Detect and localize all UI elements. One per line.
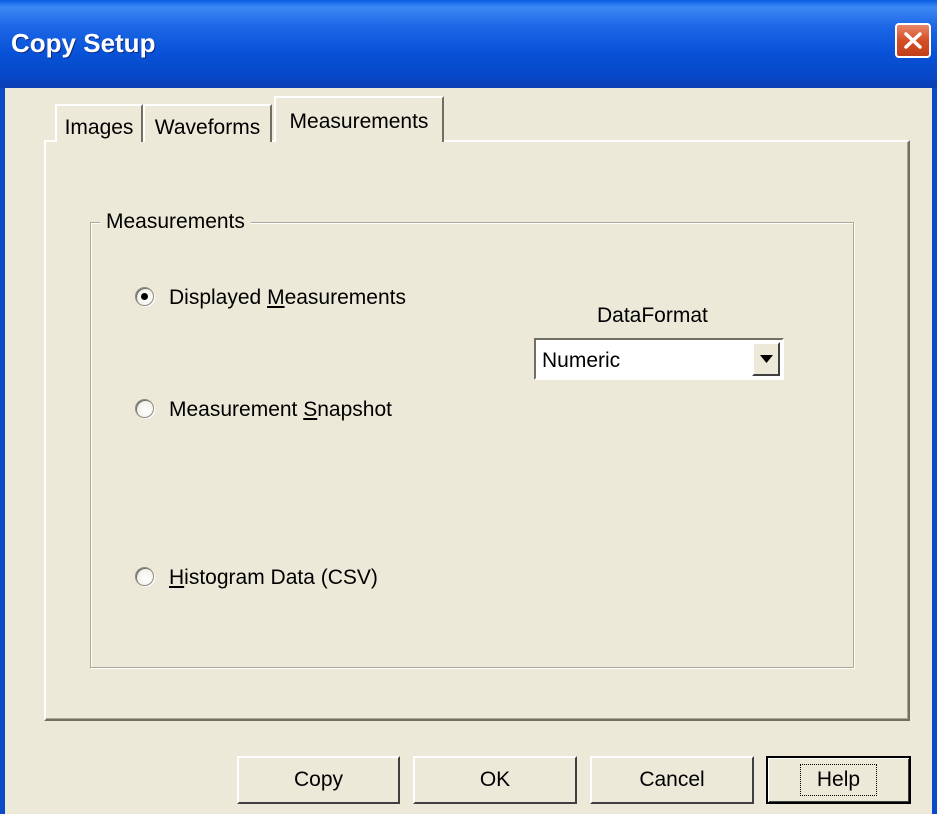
window-frame-right: [932, 88, 937, 814]
help-label: Help: [799, 764, 878, 796]
title-bar: Copy Setup: [0, 0, 937, 88]
radio-measurement-snapshot[interactable]: [135, 399, 154, 418]
group-label: Measurements: [100, 210, 251, 234]
label-measurement-snapshot[interactable]: Measurement Snapshot: [169, 398, 392, 422]
cancel-button[interactable]: Cancel: [590, 756, 754, 804]
label-text: istogram Data (CSV): [184, 566, 378, 589]
radio-histogram-data[interactable]: [135, 567, 154, 586]
tab-measurements[interactable]: Measurements: [274, 96, 444, 146]
dataformat-label: DataFormat: [597, 304, 708, 327]
window-frame-left: [0, 88, 5, 814]
help-button[interactable]: Help: [766, 756, 911, 804]
tab-images[interactable]: Images: [55, 104, 143, 142]
dataformat-value: Numeric: [542, 349, 621, 372]
tab-waveforms[interactable]: Waveforms: [143, 104, 272, 142]
copy-button[interactable]: Copy: [237, 756, 400, 804]
label-displayed-measurements[interactable]: Displayed Measurements: [169, 286, 406, 310]
label-text: napshot: [317, 398, 392, 421]
label-text: Displayed: [169, 286, 268, 309]
window-title: Copy Setup: [11, 28, 156, 58]
accelerator-key: H: [169, 566, 185, 589]
label-text: easurements: [284, 286, 406, 309]
close-button[interactable]: [895, 23, 931, 58]
radio-selected-dot: [141, 293, 148, 300]
label-histogram-data[interactable]: Histogram Data (CSV): [169, 566, 378, 590]
dataformat-select[interactable]: Numeric: [534, 338, 784, 380]
ok-button[interactable]: OK: [413, 756, 577, 804]
accelerator-key: S: [303, 398, 318, 421]
radio-displayed-measurements[interactable]: [135, 287, 154, 306]
dropdown-button[interactable]: [752, 342, 780, 376]
accelerator-key: M: [267, 286, 285, 309]
label-text: Measurement: [169, 398, 304, 421]
